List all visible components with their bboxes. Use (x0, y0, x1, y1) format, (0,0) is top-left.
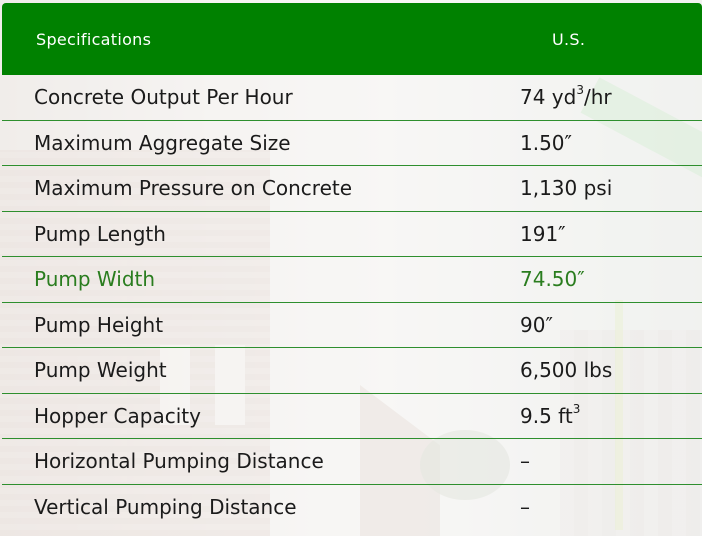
spec-value: 90″ (520, 312, 553, 337)
spec-value: – (520, 495, 530, 520)
spec-label: Pump Width (34, 267, 156, 292)
spec-label: Pump Length (34, 221, 166, 246)
spec-label: Hopper Capacity (34, 403, 201, 428)
table-row-highlighted: Pump Width 74.50″ (2, 257, 702, 303)
spec-value: 74.50″ (520, 267, 585, 292)
spec-page: Specifications U.S. Concrete Output Per … (0, 0, 702, 536)
table-row: Pump Length 191″ (2, 212, 702, 257)
spec-label: Pump Height (34, 312, 164, 337)
spec-label: Concrete Output Per Hour (34, 85, 293, 110)
table-row: Vertical Pumping Distance – (2, 485, 702, 531)
header-us-units: U.S. (552, 29, 586, 49)
specifications-table: Specifications U.S. Concrete Output Per … (2, 3, 702, 530)
spec-value: 6,500 lbs (520, 358, 613, 383)
table-row: Pump Height 90″ (2, 303, 702, 348)
table-row: Hopper Capacity 9.5 ft3 (2, 394, 702, 439)
spec-label: Maximum Pressure on Concrete (34, 176, 353, 201)
spec-label: Horizontal Pumping Distance (34, 449, 324, 474)
table-row: Maximum Pressure on Concrete 1,130 psi (2, 166, 702, 212)
spec-value: 1.50″ (520, 130, 573, 155)
table-row: Horizontal Pumping Distance – (2, 439, 702, 485)
spec-value: 74 yd3/hr (520, 83, 612, 110)
table-row: Concrete Output Per Hour 74 yd3/hr (2, 75, 702, 121)
spec-value: 191″ (520, 221, 566, 246)
header-specifications: Specifications (36, 29, 152, 49)
spec-label: Maximum Aggregate Size (34, 130, 291, 155)
spec-label: Pump Weight (34, 358, 167, 383)
spec-label: Vertical Pumping Distance (34, 495, 297, 520)
spec-value: 9.5 ft3 (520, 401, 581, 428)
table-row: Pump Weight 6,500 lbs (2, 348, 702, 394)
spec-value: – (520, 449, 530, 474)
table-row: Maximum Aggregate Size 1.50″ (2, 121, 702, 166)
spec-value: 1,130 psi (520, 176, 613, 201)
table-header: Specifications U.S. (2, 3, 702, 75)
